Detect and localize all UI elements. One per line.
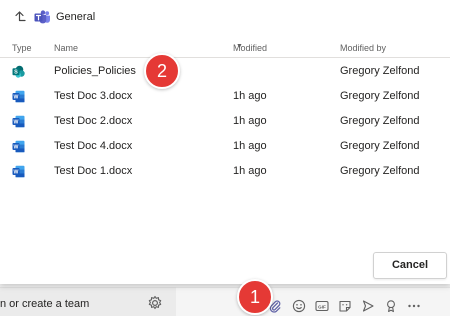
file-name[interactable]: Policies_Policies bbox=[54, 65, 136, 77]
sticker-icon[interactable] bbox=[338, 299, 352, 313]
cancel-button[interactable]: Cancel bbox=[373, 252, 447, 279]
file-name[interactable]: Test Doc 1.docx bbox=[54, 165, 132, 177]
list-item[interactable]: W Test Doc 2.docx 1h ago Gregory Zelfond bbox=[0, 109, 450, 134]
sort-descending-icon: ▼ bbox=[236, 43, 243, 50]
gif-icon[interactable]: GIF bbox=[315, 299, 329, 313]
arrow-up-icon[interactable] bbox=[14, 10, 26, 24]
list-item[interactable]: W Test Doc 3.docx 1h ago Gregory Zelfond bbox=[0, 84, 450, 109]
teams-footer: n or create a team bbox=[0, 287, 176, 316]
file-modified: 1h ago bbox=[233, 115, 267, 127]
svg-text:W: W bbox=[14, 145, 19, 151]
word-doc-icon: W bbox=[12, 90, 25, 103]
file-name[interactable]: Test Doc 2.docx bbox=[54, 115, 132, 127]
meet-now-icon[interactable] bbox=[361, 299, 375, 313]
column-modified-by[interactable]: Modified by bbox=[340, 43, 386, 53]
gear-icon[interactable] bbox=[147, 295, 163, 311]
praise-icon[interactable] bbox=[384, 299, 398, 313]
svg-text:GIF: GIF bbox=[318, 304, 326, 309]
file-modified: 1h ago bbox=[233, 140, 267, 152]
channel-name[interactable]: General bbox=[56, 11, 95, 23]
emoji-icon[interactable] bbox=[292, 299, 306, 313]
word-doc-icon: W bbox=[12, 140, 25, 153]
file-modified-by: Gregory Zelfond bbox=[340, 115, 420, 127]
column-type: Type bbox=[12, 43, 32, 53]
file-picker-dialog: General Type Name Modified ▼ Modified by … bbox=[0, 0, 450, 284]
file-modified: 1h ago bbox=[233, 165, 267, 177]
svg-text:S: S bbox=[14, 70, 18, 76]
header-divider bbox=[0, 57, 450, 58]
file-name[interactable]: Test Doc 3.docx bbox=[54, 90, 132, 102]
file-name[interactable]: Test Doc 4.docx bbox=[54, 140, 132, 152]
file-list-header: Type Name Modified ▼ Modified by bbox=[12, 43, 387, 53]
teams-logo-icon bbox=[34, 10, 51, 24]
file-modified-by: Gregory Zelfond bbox=[340, 165, 420, 177]
sharepoint-site-icon: S bbox=[12, 65, 25, 78]
column-name[interactable]: Name bbox=[54, 43, 78, 53]
more-options-icon[interactable] bbox=[407, 299, 421, 313]
list-item[interactable]: W Test Doc 4.docx 1h ago Gregory Zelfond bbox=[0, 134, 450, 159]
file-modified-by: Gregory Zelfond bbox=[340, 65, 420, 77]
step-badge-2: 2 bbox=[144, 53, 180, 89]
svg-text:W: W bbox=[14, 170, 19, 176]
word-doc-icon: W bbox=[12, 165, 25, 178]
word-doc-icon: W bbox=[12, 115, 25, 128]
join-or-create-team-link[interactable]: n or create a team bbox=[0, 298, 89, 310]
breadcrumb: General bbox=[14, 8, 95, 26]
svg-text:W: W bbox=[14, 95, 19, 101]
list-item[interactable]: S Policies_Policies Gregory Zelfond bbox=[0, 59, 450, 84]
svg-text:W: W bbox=[14, 120, 19, 126]
compose-toolbar: GIF bbox=[176, 287, 450, 316]
file-modified-by: Gregory Zelfond bbox=[340, 90, 420, 102]
step-badge-1: 1 bbox=[237, 279, 273, 315]
file-modified-by: Gregory Zelfond bbox=[340, 140, 420, 152]
file-modified: 1h ago bbox=[233, 90, 267, 102]
list-item[interactable]: W Test Doc 1.docx 1h ago Gregory Zelfond bbox=[0, 159, 450, 184]
